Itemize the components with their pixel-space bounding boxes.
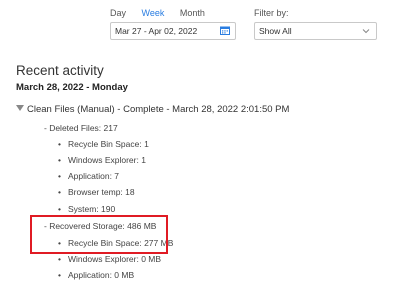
date-heading: March 28, 2022 - Monday <box>16 82 128 93</box>
filter-select[interactable]: Show All <box>254 22 377 40</box>
session-row[interactable]: Clean Files (Manual) - Complete - March … <box>16 104 289 115</box>
date-range-picker[interactable]: Mar 27 - Apr 02, 2022 <box>110 22 236 40</box>
calendar-icon[interactable] <box>220 26 230 35</box>
deleted-files-label: - Deleted Files: 217 <box>44 123 118 133</box>
bullet-icon: • <box>58 254 61 264</box>
session-label: Clean Files (Manual) - Complete - March … <box>27 104 290 115</box>
list-item: • Windows Explorer: 1 <box>58 155 146 165</box>
collapse-triangle-icon[interactable] <box>16 105 24 112</box>
chevron-down-icon <box>362 29 370 34</box>
list-item: • Recycle Bin Space: 1 <box>58 139 149 149</box>
view-tabs: Day Week Month <box>110 8 218 18</box>
bullet-icon: • <box>58 187 61 197</box>
tab-day[interactable]: Day <box>110 8 126 18</box>
list-item: • System: 190 <box>58 204 116 214</box>
list-item: • Browser temp: 18 <box>58 187 135 197</box>
tab-month[interactable]: Month <box>180 8 205 18</box>
list-item: • Application: 0 MB <box>58 270 135 280</box>
filter-value: Show All <box>259 26 292 36</box>
bullet-icon: • <box>58 270 61 280</box>
list-item: • Application: 7 <box>58 171 120 181</box>
bullet-icon: • <box>58 155 61 165</box>
highlight-box <box>30 215 168 254</box>
list-item: • Windows Explorer: 0 MB <box>58 254 162 264</box>
filter-label: Filter by: <box>254 8 289 18</box>
bullet-icon: • <box>58 139 61 149</box>
date-range-value: Mar 27 - Apr 02, 2022 <box>115 26 198 36</box>
section-title: Recent activity <box>16 63 104 78</box>
tab-week[interactable]: Week <box>142 8 165 18</box>
bullet-icon: • <box>58 171 61 181</box>
bullet-icon: • <box>58 204 61 214</box>
